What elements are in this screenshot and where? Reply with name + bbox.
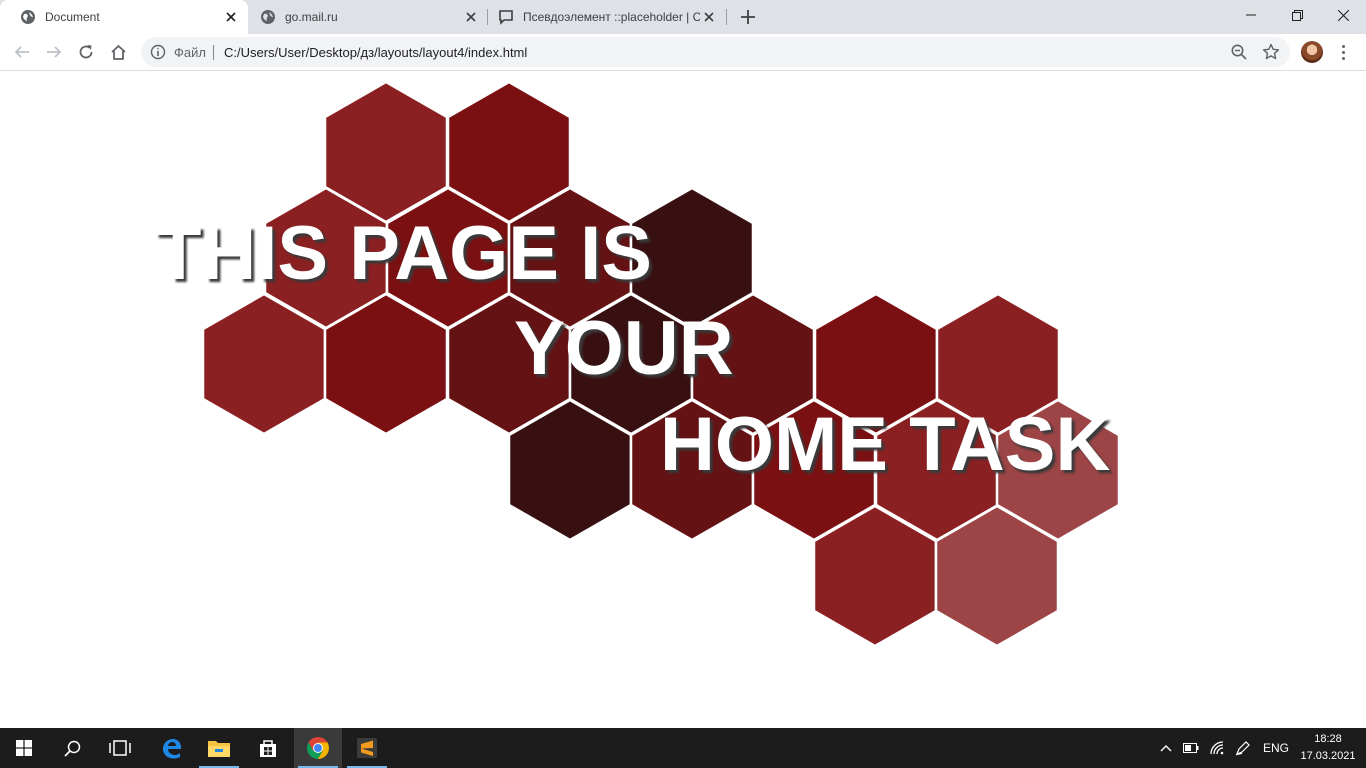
wifi-icon [1210,741,1224,755]
close-window-button[interactable] [1320,0,1366,30]
task-view-button[interactable] [96,728,144,768]
close-icon [1337,9,1349,21]
headline-line-3: HOME TASK [660,402,1111,487]
tab-title: Псевдоэлемент ::placeholder | C [523,10,700,24]
show-hidden-icons-button[interactable] [1156,728,1176,768]
search-icon [63,740,80,757]
tab-placeholder-article[interactable]: Псевдоэлемент ::placeholder | C [478,0,726,34]
tab-document[interactable]: Document [0,0,248,34]
security-label: Файл [174,45,206,60]
tab-divider [726,9,727,25]
battery-button[interactable] [1180,728,1202,768]
taskbar-clock[interactable]: 18:28 17.03.2021 [1296,731,1360,765]
start-button[interactable] [0,728,48,768]
zoom-out-icon[interactable] [1230,43,1248,61]
chat-bubble-icon [499,10,513,25]
tab-title: Document [45,10,100,24]
language-indicator[interactable]: ENG [1260,728,1292,768]
hexagon-mosaic [201,80,1121,648]
network-button[interactable] [1206,728,1228,768]
chevron-up-icon [1160,745,1172,752]
forward-button[interactable] [40,38,68,66]
reload-button[interactable] [72,38,100,66]
headline-line-1: THIS PAGE IS [155,211,652,296]
pen-workspace-button[interactable] [1232,728,1254,768]
back-button[interactable] [8,38,36,66]
windows-logo-icon [16,740,32,756]
chrome-icon [307,737,329,759]
browser-toolbar: Файл C:/Users/User/Desktop/дз/layouts/la… [0,34,1366,71]
omnibox-divider [213,45,214,60]
edge-app[interactable] [147,728,195,768]
new-tab-button[interactable] [737,6,759,28]
battery-icon [1183,743,1199,753]
tab-go-mail[interactable]: go.mail.ru [240,0,488,34]
restore-icon [1291,9,1303,21]
arrow-left-icon [14,46,29,58]
profile-avatar[interactable] [1301,41,1323,63]
minimize-button[interactable] [1228,0,1274,30]
pen-icon [1235,741,1250,756]
tab-strip: Document go.mail.ru Псевдоэлемент ::plac… [0,0,1366,34]
store-app[interactable] [244,728,292,768]
url-text[interactable]: C:/Users/User/Desktop/дз/layouts/layout4… [224,45,527,60]
headline-line-2: YOUR [514,306,734,391]
edge-icon [163,739,181,759]
chrome-app[interactable] [294,728,342,768]
arrow-right-icon [47,46,62,58]
task-view-icon [109,740,131,756]
globe-icon [261,10,275,24]
bookmark-star-icon[interactable] [1262,43,1280,61]
restore-button[interactable] [1274,0,1320,30]
sublime-text-icon [357,738,377,758]
clock-date: 17.03.2021 [1300,750,1356,762]
info-icon[interactable] [150,44,166,60]
page-viewport: THIS PAGE IS YOUR HOME TASK [0,71,1366,728]
file-explorer-icon [208,741,230,757]
tab-title: go.mail.ru [285,10,338,24]
close-tab-icon[interactable] [700,8,718,26]
reload-icon [79,45,93,59]
more-menu-icon[interactable] [1336,41,1350,63]
close-tab-icon[interactable] [222,8,240,26]
store-icon [260,740,276,757]
address-bar[interactable]: Файл C:/Users/User/Desktop/дз/layouts/la… [141,37,1290,67]
home-icon [110,44,126,60]
home-button[interactable] [104,38,132,66]
clock-time: 18:28 [1314,733,1342,745]
file-explorer-app[interactable] [195,728,243,768]
windows-taskbar: ENG 18:28 17.03.2021 [0,728,1366,768]
sublime-text-app[interactable] [343,728,391,768]
minimize-icon [1246,14,1256,16]
globe-icon [21,10,35,24]
taskbar-search-button[interactable] [48,728,96,768]
plus-icon [741,10,755,24]
